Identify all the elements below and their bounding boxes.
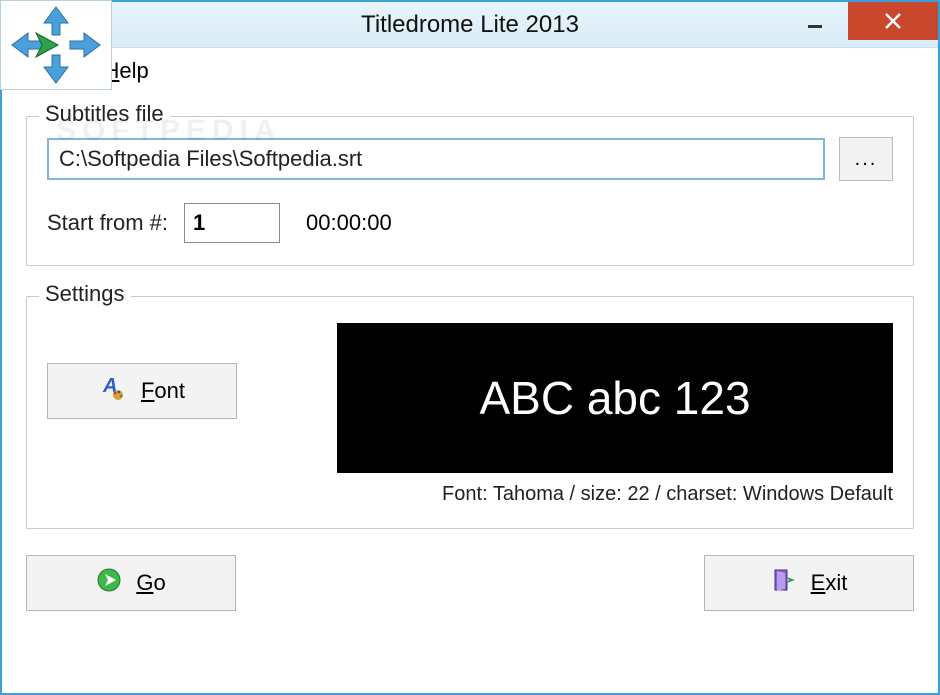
exit-button-label: Exit: [811, 570, 848, 596]
subtitles-file-legend: Subtitles file: [39, 101, 170, 127]
font-button-label: Font: [141, 378, 185, 404]
door-exit-icon: [771, 567, 797, 599]
font-button[interactable]: A Font: [47, 363, 237, 419]
go-arrow-icon: [96, 567, 122, 599]
close-icon: [883, 11, 903, 31]
settings-group: Settings A Font: [26, 296, 914, 529]
go-button-label: Go: [136, 570, 165, 596]
start-time-display: 00:00:00: [306, 210, 392, 236]
browse-button[interactable]: ...: [839, 137, 893, 181]
subtitles-path-input[interactable]: [47, 138, 825, 180]
settings-legend: Settings: [39, 281, 131, 307]
start-from-input[interactable]: [184, 203, 280, 243]
font-palette-icon: A: [99, 374, 127, 408]
move-arrows-icon: [6, 5, 106, 85]
menubar: File Help: [2, 48, 938, 98]
client-area: Subtitles file ... Start from #: 00:00:0…: [2, 116, 938, 629]
start-from-label: Start from #:: [47, 210, 168, 236]
window-controls: [782, 2, 938, 40]
exit-button[interactable]: Exit: [704, 555, 914, 611]
font-preview-text: ABC abc 123: [479, 371, 750, 425]
minimize-icon: [806, 12, 824, 30]
move-arrows-overlay: [0, 0, 112, 90]
font-preview-box: ABC abc 123: [337, 323, 893, 473]
minimize-button[interactable]: [782, 2, 848, 40]
close-button[interactable]: [848, 2, 938, 40]
font-description: Font: Tahoma / size: 22 / charset: Windo…: [337, 483, 893, 506]
app-window: Titledrome Lite 2013 File Help SOFTPEDIA…: [0, 0, 940, 695]
bottom-button-row: Go Exit: [26, 555, 914, 611]
go-button[interactable]: Go: [26, 555, 236, 611]
titlebar: Titledrome Lite 2013: [2, 2, 938, 48]
subtitles-file-group: Subtitles file ... Start from #: 00:00:0…: [26, 116, 914, 266]
